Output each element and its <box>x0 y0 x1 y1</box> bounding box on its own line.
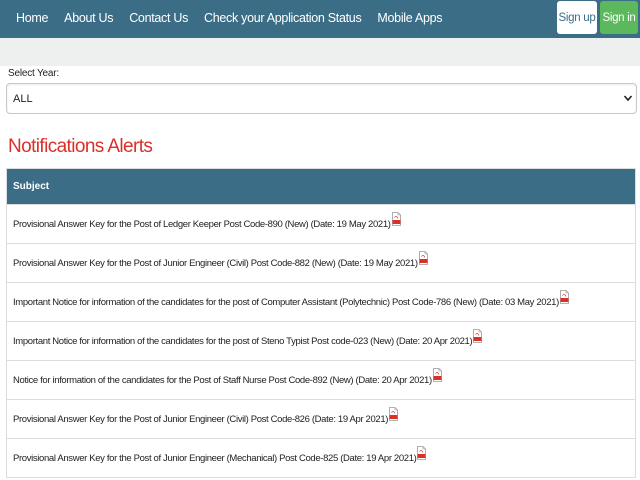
notification-link[interactable]: Provisional Answer Key for the Post of J… <box>13 258 418 269</box>
chevron-down-icon <box>623 95 633 102</box>
table-row: Important Notice for information of the … <box>7 321 635 360</box>
notification-link[interactable]: Important Notice for information of the … <box>13 336 473 347</box>
notifications-table: Subject Provisional Answer Key for the P… <box>6 168 636 478</box>
pdf-icon[interactable] <box>560 290 569 304</box>
table-body: Provisional Answer Key for the Post of L… <box>7 204 635 477</box>
notification-link[interactable]: Provisional Answer Key for the Post of J… <box>13 414 388 425</box>
top-navbar: Home About Us Contact Us Check your Appl… <box>0 0 640 38</box>
nav-about-link[interactable]: About Us <box>64 11 113 25</box>
signin-button[interactable]: Sign in <box>600 1 638 34</box>
table-row: Provisional Answer Key for the Post of L… <box>7 204 635 243</box>
table-row: Provisional Answer Key for the Post of J… <box>7 438 635 477</box>
notifications-title: Notifications Alerts <box>8 136 153 157</box>
table-row: Provisional Answer Key for the Post of J… <box>7 399 635 438</box>
table-row: Provisional Answer Key for the Post of J… <box>7 243 635 282</box>
notification-link[interactable]: Provisional Answer Key for the Post of L… <box>13 219 391 230</box>
nav-contact-link[interactable]: Contact Us <box>129 11 188 25</box>
pdf-icon[interactable] <box>389 407 399 421</box>
notification-link[interactable]: Provisional Answer Key for the Post of J… <box>13 453 417 464</box>
notification-link[interactable]: Notice for information of the candidates… <box>13 375 432 386</box>
year-select-value: ALL <box>13 93 33 105</box>
year-select[interactable]: ALL <box>6 83 637 114</box>
table-row: Important Notice for information of the … <box>7 282 635 321</box>
nav-links: Home About Us Contact Us Check your Appl… <box>16 0 458 36</box>
nav-application-status-link[interactable]: Check your Application Status <box>204 11 362 25</box>
nav-mobile-apps-link[interactable]: Mobile Apps <box>377 11 442 25</box>
pdf-icon[interactable] <box>418 251 428 265</box>
pdf-icon[interactable] <box>473 329 483 343</box>
pdf-icon[interactable] <box>391 212 401 226</box>
notification-link[interactable]: Important Notice for information of the … <box>13 297 559 308</box>
pdf-icon[interactable] <box>432 368 442 382</box>
header-strip <box>0 38 640 66</box>
nav-home-link[interactable]: Home <box>16 11 48 25</box>
table-row: Notice for information of the candidates… <box>7 360 635 399</box>
pdf-icon[interactable] <box>417 446 427 460</box>
subject-column-header: Subject <box>7 169 635 204</box>
signup-button[interactable]: Sign up <box>557 1 597 34</box>
select-year-label: Select Year: <box>8 68 59 79</box>
